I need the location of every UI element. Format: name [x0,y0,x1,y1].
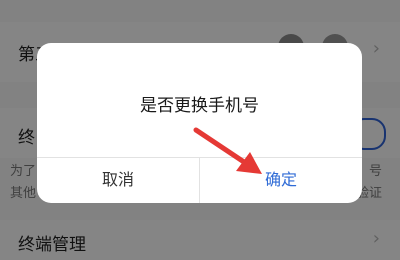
red-arrow-icon [193,127,262,174]
